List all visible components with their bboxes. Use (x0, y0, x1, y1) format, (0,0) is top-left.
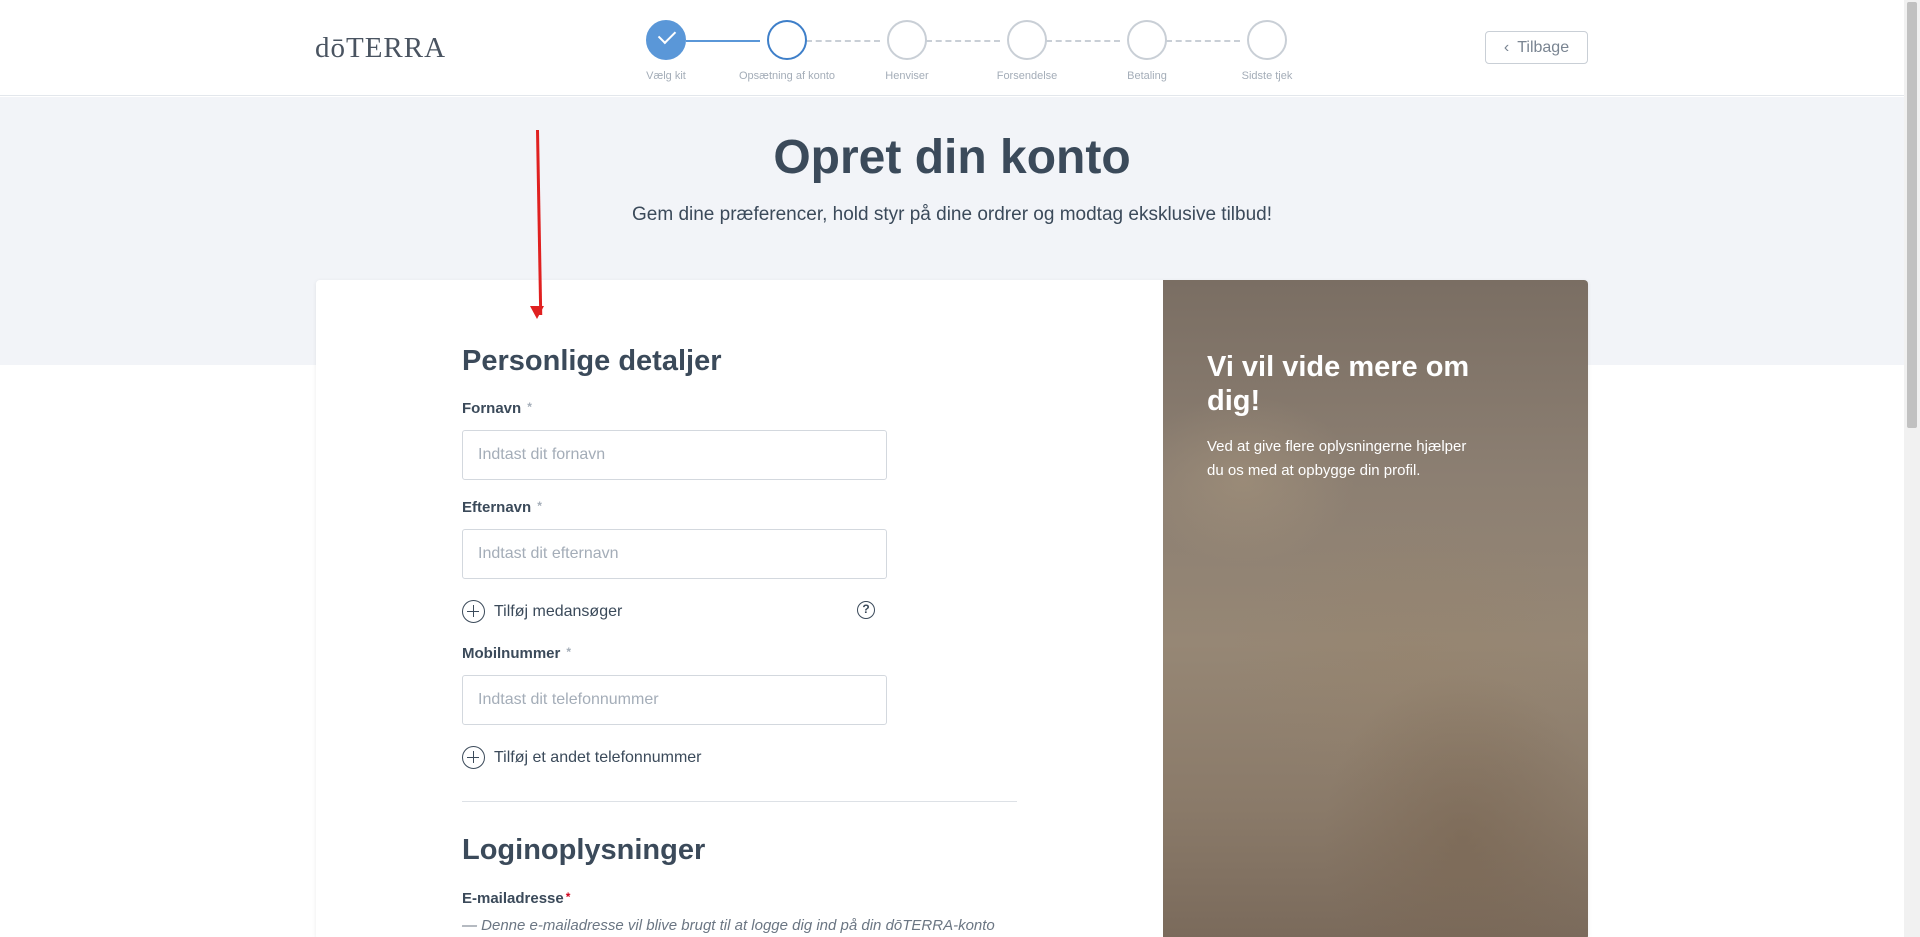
step-circle (1127, 20, 1167, 60)
plus-circle-icon (462, 600, 485, 623)
annotation-arrow-head (530, 306, 544, 319)
step-circle (767, 20, 807, 60)
step-betaling: Betaling (1097, 18, 1197, 82)
email-label-text: E-mailadresse (462, 890, 564, 907)
last-name-label-text: Efternavn (462, 499, 532, 516)
checkout-stepper: Vælg kit Opsætning af konto Henviser For… (620, 18, 1300, 88)
required-marker: * (537, 499, 542, 513)
add-phone-link[interactable]: Tilføj et andet telefonnummer (462, 746, 702, 769)
first-name-input[interactable] (462, 430, 887, 480)
account-card: Personlige detaljer Fornavn* Efternavn* … (316, 280, 1588, 937)
checkmark-icon (657, 25, 677, 45)
step-opsaetning-af-konto: Opsætning af konto (737, 18, 837, 82)
mobile-input[interactable] (462, 675, 887, 725)
last-name-input[interactable] (462, 529, 887, 579)
step-circle (1007, 20, 1047, 60)
required-marker: * (565, 890, 571, 904)
plus-circle-icon (462, 746, 485, 769)
email-note: — Denne e-mailadresse vil blive brugt ti… (462, 917, 995, 934)
top-header: dōTERRA Vælg kit Opsætning af konto Henv… (0, 0, 1904, 96)
mobile-label: Mobilnummer * (462, 645, 571, 662)
step-henviser: Henviser (857, 18, 957, 82)
side-panel-text: Ved at give flere oplysningerne hjælper … (1207, 438, 1467, 479)
step-circle (1247, 20, 1287, 60)
last-name-label: Efternavn * (462, 499, 542, 516)
step-circle (646, 20, 686, 60)
first-name-label: Fornavn * (462, 400, 532, 417)
help-icon[interactable]: ? (857, 601, 875, 619)
step-label: Betaling (1127, 70, 1167, 82)
page-title: Opret din konto (773, 131, 1131, 184)
back-button[interactable]: ‹ Tilbage (1485, 31, 1588, 64)
page-subtitle: Gem dine præferencer, hold styr på dine … (632, 204, 1272, 225)
required-marker: * (566, 645, 572, 659)
back-button-label: Tilbage (1517, 38, 1570, 56)
first-name-label-text: Fornavn (462, 400, 522, 417)
required-marker: * (527, 400, 532, 414)
step-label: Henviser (885, 70, 929, 82)
add-phone-label: Tilføj et andet telefonnummer (494, 748, 702, 766)
side-promo-panel: Vi vil vide mere om dig! Ved at give fle… (1163, 280, 1588, 937)
chevron-left-icon: ‹ (1503, 38, 1510, 56)
side-panel-title: Vi vil vide mere om dig! (1207, 351, 1470, 417)
email-label: E-mailadresse * (462, 890, 570, 907)
step-circle (887, 20, 927, 60)
add-coapplicant-label: Tilføj medansøger (494, 602, 623, 620)
step-sidste-tjek: Sidste tjek (1217, 18, 1317, 82)
section-title-personal: Personlige detaljer (462, 345, 722, 377)
add-coapplicant-link[interactable]: Tilføj medansøger (462, 600, 622, 623)
step-label: Opsætning af konto (738, 70, 835, 82)
step-forsendelse: Forsendelse (977, 18, 1077, 82)
scrollbar-thumb[interactable] (1907, 2, 1917, 428)
mobile-label-text: Mobilnummer (462, 645, 561, 662)
section-divider (462, 801, 1017, 802)
section-title-login: Loginoplysninger (462, 834, 706, 866)
step-label: Sidste tjek (1241, 70, 1293, 82)
account-form: Personlige detaljer Fornavn* Efternavn* … (316, 280, 1163, 937)
doterra-logo[interactable]: dōTERRA (315, 32, 446, 65)
step-vaelg-kit[interactable]: Vælg kit (616, 18, 716, 82)
step-label: Forsendelse (996, 70, 1058, 82)
step-label: Vælg kit (646, 70, 686, 82)
